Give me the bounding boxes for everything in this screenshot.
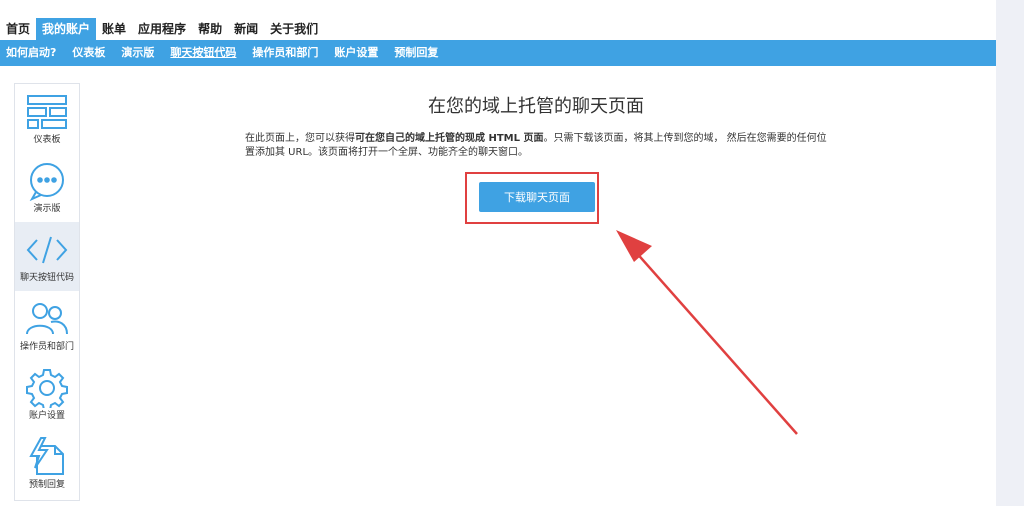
page-description: 在此页面上，您可以获得可在您自己的域上托管的现成 HTML 页面。只需下载该页面… (245, 132, 835, 160)
quick-reply-icon (15, 435, 79, 479)
annotation-arrow (616, 230, 798, 435)
topnav-item-my-account[interactable]: 我的账户 (36, 18, 97, 40)
topnav-item-news[interactable]: 新闻 (228, 18, 264, 40)
desc-bold-text: 可在您自己的域上托管的现成 HTML 页面 (355, 133, 544, 144)
sidebar: 仪表板 演示版 聊天按钮代码 操作员和部门 账户设置 预制回复 (14, 83, 80, 501)
page-title: 在您的域上托管的聊天页面 (428, 96, 644, 117)
chat-bubble-icon (15, 159, 79, 203)
sidebar-item-label: 聊天按钮代码 (19, 273, 74, 283)
subnav-item-dashboard[interactable]: 仪表板 (66, 40, 105, 66)
subnav-item-account-settings[interactable]: 账户设置 (328, 40, 378, 66)
desc-text-1: 在此页面上，您可以获得 (245, 133, 355, 144)
dashboard-icon (15, 90, 79, 134)
sidebar-item-dashboard[interactable]: 仪表板 (15, 84, 79, 153)
download-chat-page-button[interactable]: 下载聊天页面 (479, 182, 595, 212)
subnav-item-canned-replies[interactable]: 预制回复 (388, 40, 438, 66)
topnav-item-about[interactable]: 关于我们 (264, 18, 324, 40)
users-icon (15, 297, 79, 341)
sidebar-item-chat-button-code[interactable]: 聊天按钮代码 (15, 222, 79, 291)
sidebar-item-label: 演示版 (33, 204, 61, 214)
gear-icon (15, 366, 79, 410)
sidebar-item-label: 操作员和部门 (19, 342, 74, 352)
topnav-item-home[interactable]: 首页 (0, 18, 36, 40)
sidebar-item-demo[interactable]: 演示版 (15, 153, 79, 222)
top-nav: 首页 我的账户 账单 应用程序 帮助 新闻 关于我们 (0, 18, 324, 40)
topnav-item-help[interactable]: 帮助 (192, 18, 228, 40)
sidebar-item-account-settings[interactable]: 账户设置 (15, 360, 79, 429)
sidebar-item-canned-replies[interactable]: 预制回复 (15, 429, 79, 498)
sidebar-item-label: 账户设置 (28, 411, 65, 421)
subnav-item-operators-departments[interactable]: 操作员和部门 (246, 40, 318, 66)
subnav-item-getting-started[interactable]: 如何启动? (0, 40, 56, 66)
subnav-item-chat-button-code[interactable]: 聊天按钮代码 (164, 40, 236, 66)
right-gutter (996, 0, 1024, 506)
code-icon (15, 228, 79, 272)
topnav-item-billing[interactable]: 账单 (96, 18, 132, 40)
sidebar-item-label: 预制回复 (28, 480, 65, 490)
page: 首页 我的账户 账单 应用程序 帮助 新闻 关于我们 如何启动? 仪表板 演示版… (0, 0, 1024, 506)
subnav-item-demo[interactable]: 演示版 (115, 40, 154, 66)
topnav-item-apps[interactable]: 应用程序 (132, 18, 192, 40)
sidebar-item-operators[interactable]: 操作员和部门 (15, 291, 79, 360)
sidebar-item-label: 仪表板 (33, 135, 61, 145)
sub-nav: 如何启动? 仪表板 演示版 聊天按钮代码 操作员和部门 账户设置 预制回复 (0, 40, 996, 66)
